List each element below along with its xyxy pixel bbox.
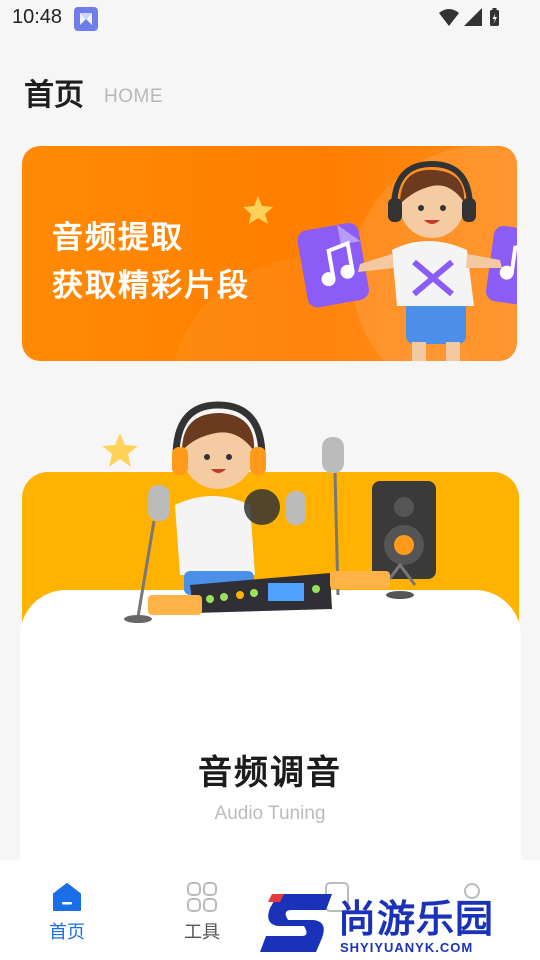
microphone-icon <box>244 489 306 525</box>
banner-illustration <box>243 160 517 361</box>
dj-illustration <box>102 401 436 623</box>
battery-icon <box>490 8 499 26</box>
star-icon <box>102 433 138 467</box>
nav-item-tools[interactable]: 工具 <box>162 880 242 944</box>
watermark: S 尚游乐园 SHYIYUANYK.COM <box>258 888 540 960</box>
nav-item-home[interactable]: 首页 <box>27 880 107 944</box>
star-icon <box>243 196 273 224</box>
card-subtitle: Audio Tuning <box>214 803 326 824</box>
status-time: 10:48 <box>12 6 63 28</box>
watermark-logo: S <box>258 888 332 952</box>
page-subtitle: HOME <box>104 86 163 107</box>
wifi-icon <box>439 9 459 26</box>
watermark-logo-letter: S <box>258 888 259 889</box>
music-file-icon <box>297 222 369 308</box>
page-title: 首页 <box>24 78 84 113</box>
grid-icon <box>187 882 217 912</box>
signal-icon <box>464 8 482 26</box>
character-illustration <box>358 160 502 361</box>
audio-extract-banner[interactable]: 音频提取 获取精彩片段 <box>22 146 517 361</box>
watermark-text: 尚游乐园 <box>338 897 495 941</box>
app-notification-icon <box>74 7 98 31</box>
home-icon <box>53 883 81 911</box>
status-icons <box>438 7 500 29</box>
nav-label-tools: 工具 <box>184 922 220 943</box>
card-title: 音频调音 <box>198 753 342 793</box>
status-bar: 10:48 <box>0 0 540 38</box>
watermark-url: SHYIYUANYK.COM <box>340 940 474 955</box>
nav-label-home: 首页 <box>49 922 85 943</box>
audio-tuning-card[interactable] <box>20 590 521 890</box>
